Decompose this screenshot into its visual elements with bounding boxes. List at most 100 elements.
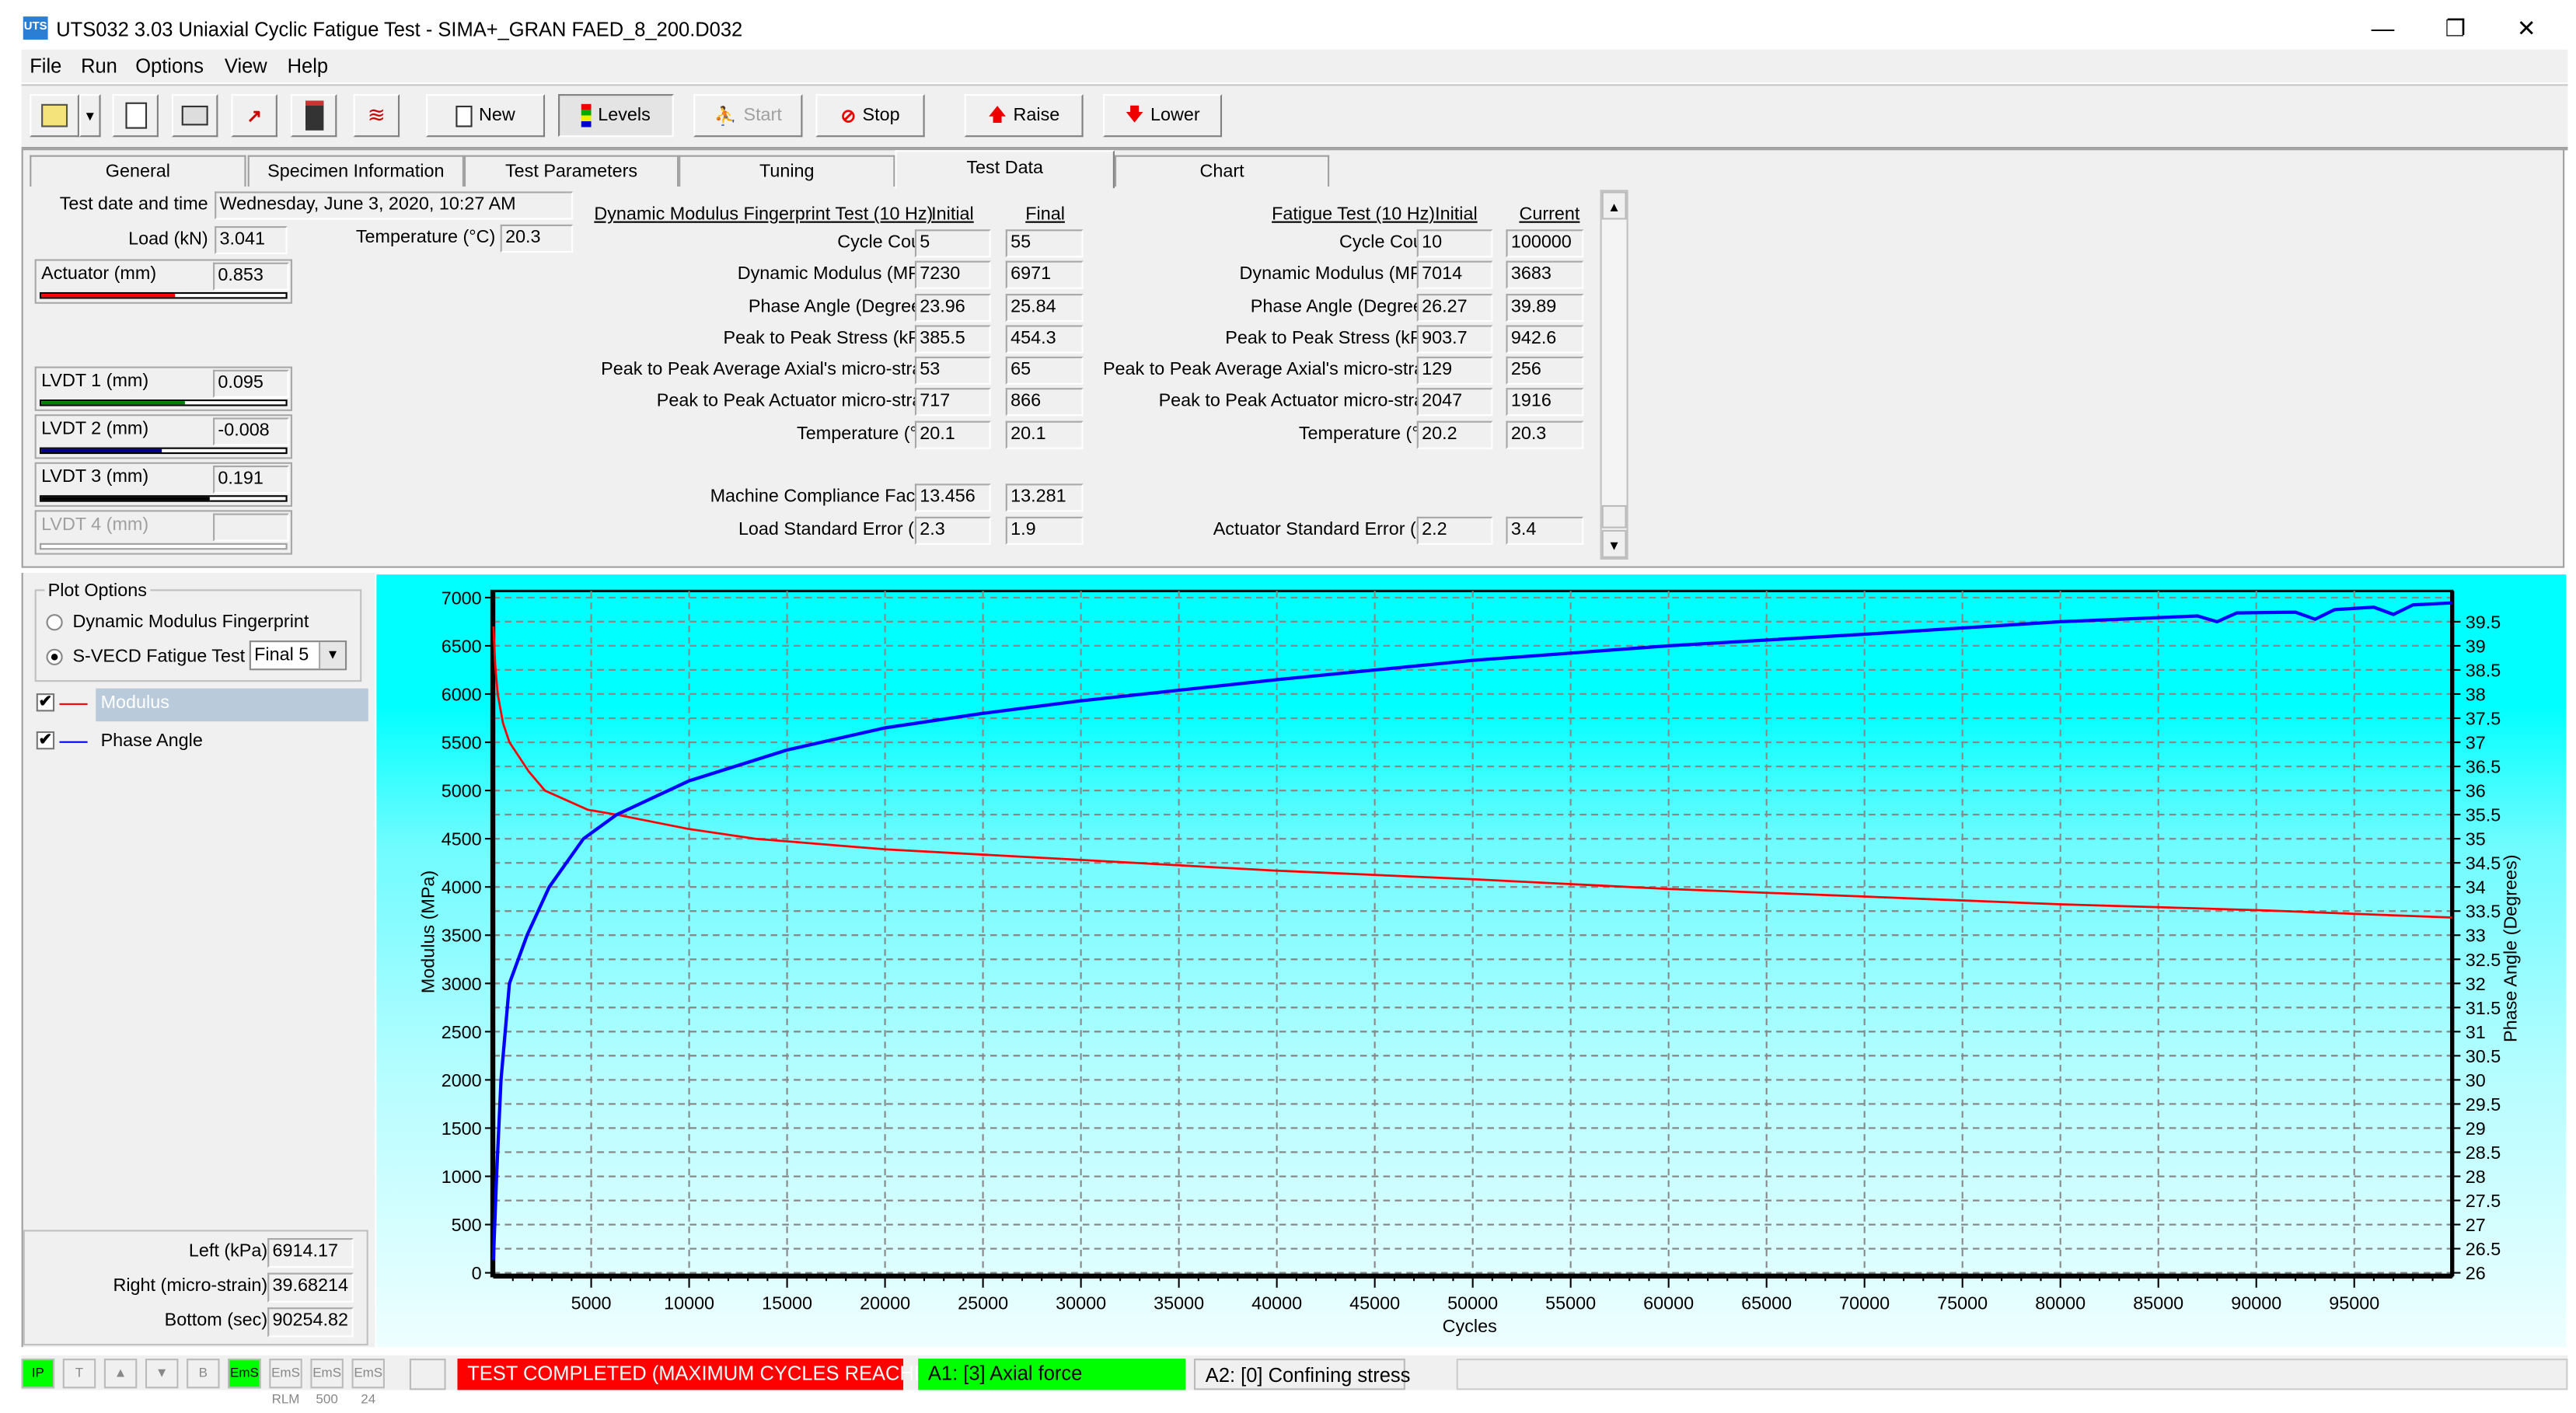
y-tick-label: 1500 — [442, 1118, 482, 1139]
x-tick-label: 25000 — [958, 1293, 1008, 1313]
phase-angle-checkbox[interactable]: ✔ — [36, 731, 55, 750]
gauge-value: 0.853 — [213, 262, 289, 291]
row-final-value: 866 — [1005, 388, 1084, 417]
fatigue-col-current-header: Current — [1519, 204, 1580, 225]
status-message-panel — [1456, 1359, 2568, 1390]
tab-general[interactable]: General — [30, 155, 246, 187]
arrow-up-icon: ▲ — [1607, 200, 1621, 215]
raise-button[interactable]: 🡅 Raise — [964, 94, 1084, 138]
export-chart-button[interactable]: ↗ — [231, 94, 277, 138]
print-button[interactable] — [171, 94, 218, 138]
chevron-down-icon[interactable]: ▼ — [319, 642, 345, 669]
status-icon-b[interactable]: B — [187, 1359, 220, 1389]
row-initial-value: 129 — [1416, 356, 1493, 385]
row-initial-value: 2.2 — [1416, 516, 1493, 545]
save-button[interactable] — [112, 94, 159, 138]
menu-file[interactable]: File — [30, 54, 61, 78]
legend-phase-angle-label[interactable]: Phase Angle — [101, 731, 203, 751]
row-label: Phase Angle (Degrees) — [748, 297, 937, 317]
row-initial-value: 26.27 — [1416, 294, 1493, 323]
menu-run[interactable]: Run — [81, 54, 117, 78]
y-axis-title: Modulus (MPa) — [418, 870, 438, 993]
scroll-down-button[interactable]: ▼ — [1601, 529, 1627, 558]
cursor-readout-value: 6914.17 — [267, 1238, 354, 1268]
y2-tick-label: 38.5 — [2466, 660, 2501, 680]
x-tick-label: 90000 — [2231, 1293, 2281, 1313]
gauge-label: LVDT 1 (mm) — [41, 371, 149, 392]
row-current-value: 942.6 — [1506, 325, 1584, 354]
menu-help[interactable]: Help — [288, 54, 328, 78]
modulus-checkbox[interactable]: ✔ — [36, 693, 55, 712]
minimize-button[interactable]: — — [2358, 13, 2408, 43]
fatigue-set-select[interactable]: Final 5 ▼ — [249, 640, 347, 671]
status-icon--[interactable]: ▼ — [145, 1359, 179, 1389]
y2-tick-label: 27 — [2466, 1215, 2486, 1235]
stop-button[interactable]: ⊘ Stop — [815, 94, 925, 138]
legend-modulus-label[interactable]: Modulus — [101, 693, 169, 713]
status-icon-ip[interactable]: IP — [21, 1359, 55, 1389]
levels-button[interactable]: Levels — [558, 94, 674, 138]
row-label: Dynamic Modulus (MPa) — [737, 263, 937, 284]
x-tick-label: 95000 — [2329, 1293, 2379, 1313]
scroll-thumb[interactable] — [1601, 504, 1627, 529]
new-button[interactable]: New — [426, 94, 546, 138]
scroll-up-button[interactable]: ▲ — [1601, 191, 1627, 220]
row-label: Machine Compliance Factor — [710, 487, 937, 508]
menu-options[interactable]: Options — [135, 54, 204, 78]
x-tick-label: 15000 — [762, 1293, 812, 1313]
status-icon-ems-500[interactable]: EmS 500 — [310, 1359, 344, 1407]
row-label: Peak to Peak Actuator micro-strain — [1158, 391, 1439, 411]
row-current-value: 1916 — [1506, 388, 1584, 417]
start-button[interactable]: ⛹ Start — [693, 94, 803, 138]
status-icon--[interactable]: ▲ — [103, 1359, 138, 1389]
x-tick-label: 50000 — [1447, 1293, 1498, 1313]
status-icon-t[interactable]: T — [62, 1359, 96, 1389]
calculator-button[interactable] — [290, 94, 337, 138]
radio-svecd-fatigue-test[interactable] — [46, 648, 63, 665]
open-dropdown-button[interactable]: ▼ — [79, 94, 101, 138]
tab-test-parameters[interactable]: Test Parameters — [463, 155, 679, 187]
tab-chart[interactable]: Chart — [1114, 155, 1330, 187]
new-label: New — [479, 105, 515, 126]
row-initial-value: 7014 — [1416, 260, 1493, 289]
y2-tick-label: 26.5 — [2466, 1239, 2501, 1259]
row-initial-value: 53 — [914, 356, 991, 385]
restore-button[interactable]: ❐ — [2431, 13, 2480, 43]
menu-view[interactable]: View — [225, 54, 267, 78]
levels-icon — [581, 103, 592, 127]
date-label: Test date and time — [59, 194, 208, 215]
close-button[interactable]: ✕ — [2501, 13, 2551, 43]
status-icon-ems-rlm[interactable]: EmS RLM — [269, 1359, 302, 1407]
y-tick-label: 6500 — [442, 636, 482, 656]
x-tick-label: 10000 — [664, 1293, 714, 1313]
panel-scrollbar[interactable]: ▲ ▼ — [1600, 190, 1628, 560]
y2-tick-label: 30 — [2466, 1070, 2486, 1090]
radio-dynamic-modulus-fingerprint[interactable] — [46, 614, 63, 631]
tab-tuning[interactable]: Tuning — [679, 155, 895, 187]
lower-label: Lower — [1150, 105, 1200, 126]
x-tick-label: 5000 — [571, 1293, 612, 1313]
tab-specimen-information[interactable]: Specimen Information — [247, 155, 464, 187]
raise-label: Raise — [1013, 105, 1060, 126]
row-initial-value: 20.1 — [914, 420, 991, 449]
y-tick-label: 5500 — [442, 733, 482, 753]
status-icon-ems-24[interactable]: EmS 24 — [351, 1359, 385, 1407]
row-label: Load Standard Error (%) — [738, 520, 937, 540]
tab-test-data[interactable]: Test Data — [895, 150, 1115, 189]
lower-button[interactable]: 🡇 Lower — [1103, 94, 1223, 138]
y2-tick-label: 34.5 — [2466, 853, 2501, 874]
gauge-bar — [39, 291, 288, 299]
y2-tick-label: 31.5 — [2466, 998, 2501, 1018]
y2-tick-label: 33.5 — [2466, 902, 2501, 922]
fatigue-chart[interactable]: 0 500 1000 1500 2000 2500 3000 3500 4000 4500 5000… — [376, 574, 2566, 1347]
y2-tick-label: 33 — [2466, 926, 2486, 946]
y-tick-label: 4000 — [442, 877, 482, 898]
waveform-button[interactable]: ≋ — [353, 94, 400, 138]
row-final-value: 20.1 — [1005, 420, 1084, 449]
open-file-button[interactable] — [30, 94, 79, 138]
status-icon-ems[interactable]: EmS — [228, 1359, 261, 1389]
plot-options-pane: Plot Options Dynamic Modulus Fingerprint… — [21, 573, 375, 1348]
y2-tick-label: 37.5 — [2466, 709, 2501, 729]
gauge-label: Actuator (mm) — [41, 263, 157, 284]
row-final-value: 6971 — [1005, 260, 1084, 289]
